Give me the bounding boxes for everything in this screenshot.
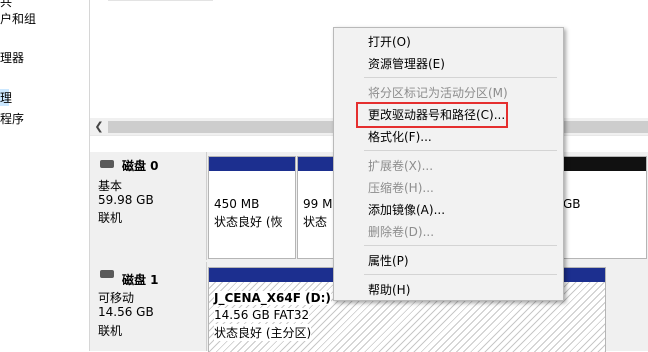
menu-item-mark-active: 将分区标记为活动分区(M) [368, 86, 508, 100]
nav-item-shared[interactable]: 共 [0, 0, 12, 10]
left-navigation-tree: 共 户和组 理器 理 程序 [0, 0, 89, 351]
menu-item-explore[interactable]: 资源管理器(E) [368, 55, 445, 72]
disk-0-type: 基本 [98, 179, 123, 193]
disk-0-status: 联机 [98, 211, 123, 225]
disk-0-info[interactable]: 磁盘 0 基本 59.98 GB 联机 [90, 152, 207, 260]
disk-1-name: 磁盘 1 [122, 273, 159, 287]
menu-item-format[interactable]: 格式化(F)... [368, 128, 432, 145]
partition-bar [209, 157, 295, 171]
menu-item-open[interactable]: 打开(O) [368, 33, 411, 50]
highlight-annotation-box [356, 102, 508, 128]
partition-label: J_CENA_X64F (D:) [214, 291, 331, 305]
partition-status: 状态 [303, 215, 328, 229]
disk-drive-icon [100, 160, 114, 168]
disk-0-name: 磁盘 0 [122, 159, 159, 173]
partition-size: 450 MB [214, 197, 260, 211]
menu-item-shrink-volume: 压缩卷(H)... [368, 181, 434, 195]
partition-size: GB [563, 197, 581, 211]
nav-item-disk-management[interactable]: 理 [0, 89, 12, 106]
menu-item-properties[interactable]: 属性(P) [368, 252, 409, 269]
volume-row-divider [108, 0, 213, 1]
nav-item-device-manager[interactable]: 理器 [0, 49, 24, 66]
menu-separator [364, 77, 557, 78]
menu-separator [364, 150, 557, 151]
disk-1-status: 联机 [98, 324, 123, 338]
partition-status: 状态良好 (主分区) [214, 324, 312, 341]
disk-1-info[interactable]: 磁盘 1 可移动 14.56 GB 联机 [90, 262, 207, 351]
disk-1-type: 可移动 [98, 291, 135, 305]
partition-status: 状态良好 (恢 [214, 215, 283, 229]
nav-item-users-groups[interactable]: 户和组 [0, 10, 36, 27]
disk-drive-icon [100, 270, 114, 278]
disk-0-partition-recovery[interactable]: 450 MB 状态良好 (恢 [208, 156, 296, 259]
menu-separator [364, 274, 557, 275]
menu-item-extend-volume: 扩展卷(X)... [368, 159, 434, 173]
partition-size: 99 M [303, 197, 333, 211]
nav-item-services-apps[interactable]: 程序 [0, 110, 24, 127]
disk-0-size: 59.98 GB [98, 193, 154, 207]
scroll-left-arrow-icon[interactable]: ❮ [92, 120, 106, 134]
partition-size: 14.56 GB FAT32 [214, 308, 310, 322]
menu-item-add-mirror[interactable]: 添加镜像(A)... [368, 201, 445, 218]
menu-item-help[interactable]: 帮助(H) [368, 281, 410, 298]
partition-bar [298, 157, 338, 171]
context-menu: 打开(O) 资源管理器(E) 将分区标记为活动分区(M) 更改驱动器号和路径(C… [333, 27, 564, 301]
disk-1-size: 14.56 GB [98, 305, 154, 319]
menu-item-delete-volume: 删除卷(D)... [368, 225, 435, 239]
menu-separator [364, 245, 557, 246]
